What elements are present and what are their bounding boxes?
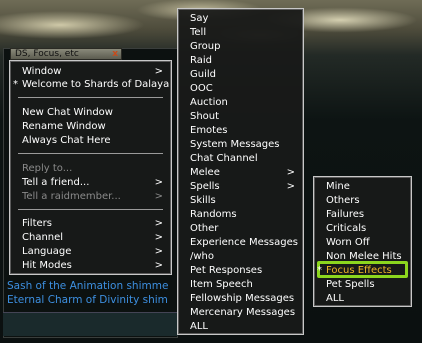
menu-item-ooc[interactable]: OOC bbox=[178, 82, 303, 95]
menu-item-mercenary-messages[interactable]: Mercenary Messages bbox=[178, 306, 303, 319]
menu-item-all[interactable]: ALL bbox=[178, 320, 303, 333]
menu-separator bbox=[18, 209, 163, 210]
chevron-right-icon: > bbox=[154, 177, 163, 188]
menu-item-rename-window[interactable]: Rename Window bbox=[10, 120, 171, 133]
menu-item-tell-a-friend[interactable]: Tell a friend... > bbox=[10, 176, 171, 189]
menu-item-pet-responses[interactable]: Pet Responses bbox=[178, 264, 303, 277]
chat-line: Sash of the Animation shimme bbox=[7, 280, 169, 292]
menu-item-filters[interactable]: Filters > bbox=[10, 217, 171, 230]
chevron-right-icon: > bbox=[154, 218, 163, 229]
menu-item-spells[interactable]: Spells > bbox=[178, 180, 303, 193]
chevron-right-icon: > bbox=[154, 66, 163, 77]
menu-item-pet-spells[interactable]: Pet Spells bbox=[314, 278, 411, 291]
menu-item-say[interactable]: Say bbox=[178, 12, 303, 25]
chat-tab-label: DS, Focus, etc bbox=[15, 49, 79, 59]
menu-item-others[interactable]: Others bbox=[314, 194, 411, 207]
menu-item-language[interactable]: Language > bbox=[10, 245, 171, 258]
menu-item-reply-to: Reply to... bbox=[22, 163, 73, 174]
menu-item-experience-messages[interactable]: Experience Messages bbox=[178, 236, 303, 249]
chevron-right-icon: > bbox=[286, 181, 295, 192]
menu-item-auction[interactable]: Auction bbox=[178, 96, 303, 109]
close-icon[interactable]: x bbox=[112, 49, 118, 59]
chat-tab[interactable]: DS, Focus, etc x bbox=[10, 48, 122, 60]
chevron-right-icon: > bbox=[154, 232, 163, 243]
menu-item-tell[interactable]: Tell bbox=[178, 26, 303, 39]
menu-item-welcome[interactable]: * Welcome to Shards of Dalaya bbox=[10, 78, 171, 91]
menu-item-focus-effects[interactable]: * Focus Effects bbox=[314, 264, 411, 277]
menu-item-skills[interactable]: Skills bbox=[178, 194, 303, 207]
chat-context-menu: Window > * Welcome to Shards of Dalaya N… bbox=[9, 60, 172, 275]
menu-item-who[interactable]: /who bbox=[178, 250, 303, 263]
chat-log: Sash of the Animation shimme Eternal Cha… bbox=[7, 279, 179, 307]
chevron-right-icon: > bbox=[154, 246, 163, 257]
menu-item-group[interactable]: Group bbox=[178, 40, 303, 53]
menu-item-always-chat-here[interactable]: Always Chat Here bbox=[10, 134, 171, 147]
menu-item-randoms[interactable]: Randoms bbox=[178, 208, 303, 221]
menu-separator bbox=[18, 153, 163, 154]
menu-item-item-speech[interactable]: Item Speech bbox=[178, 278, 303, 291]
menu-item-hit-all[interactable]: ALL bbox=[314, 292, 411, 305]
menu-item-other[interactable]: Other bbox=[178, 222, 303, 235]
chevron-right-icon: > bbox=[154, 260, 163, 271]
menu-item-raid[interactable]: Raid bbox=[178, 54, 303, 67]
chevron-right-icon: > bbox=[286, 167, 295, 178]
menu-item-guild[interactable]: Guild bbox=[178, 68, 303, 81]
chat-line: Eternal Charm of Divinity shim bbox=[7, 294, 168, 306]
menu-item-new-chat-window[interactable]: New Chat Window bbox=[10, 106, 171, 119]
menu-item-criticals[interactable]: Criticals bbox=[314, 222, 411, 235]
menu-item-emotes[interactable]: Emotes bbox=[178, 124, 303, 137]
chevron-right-icon: > bbox=[154, 191, 163, 202]
hit-modes-submenu: Mine Others Failures Criticals Worn Off … bbox=[313, 176, 412, 307]
menu-item-window[interactable]: Window > bbox=[10, 65, 171, 78]
menu-item-hit-modes[interactable]: Hit Modes > bbox=[10, 259, 171, 272]
channel-submenu: Say Tell Group Raid Guild OOC Auction Sh… bbox=[177, 8, 304, 335]
menu-item-system-messages[interactable]: System Messages bbox=[178, 138, 303, 151]
menu-item-tell-a-raidmember: Tell a raidmember... > bbox=[22, 191, 163, 202]
selected-marker-icon: * bbox=[317, 265, 322, 276]
menu-item-worn-off[interactable]: Worn Off bbox=[314, 236, 411, 249]
selected-marker-icon: * bbox=[13, 79, 18, 90]
chat-input[interactable] bbox=[3, 312, 178, 336]
menu-item-fellowship-messages[interactable]: Fellowship Messages bbox=[178, 292, 303, 305]
menu-item-melee[interactable]: Melee > bbox=[178, 166, 303, 179]
menu-item-shout[interactable]: Shout bbox=[178, 110, 303, 123]
menu-item-mine[interactable]: Mine bbox=[314, 180, 411, 193]
menu-item-chat-channel[interactable]: Chat Channel bbox=[178, 152, 303, 165]
menu-item-channel[interactable]: Channel > bbox=[10, 231, 171, 244]
menu-separator bbox=[18, 97, 163, 98]
menu-item-failures[interactable]: Failures bbox=[314, 208, 411, 221]
